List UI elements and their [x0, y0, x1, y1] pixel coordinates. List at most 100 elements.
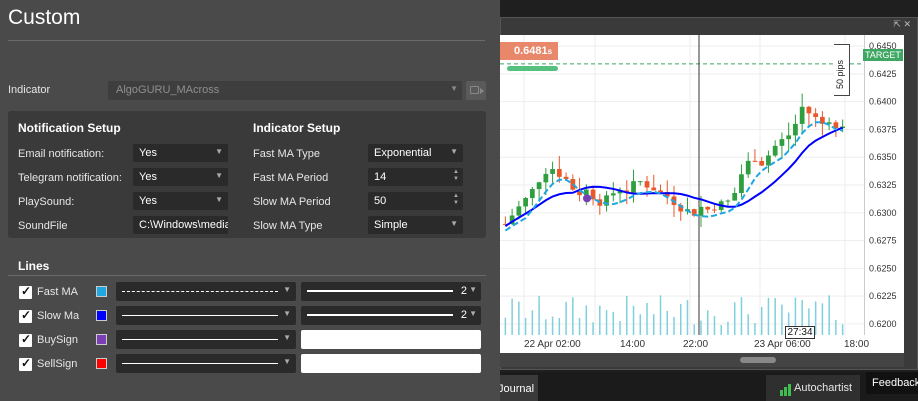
candle-body [543, 173, 549, 183]
chart-svg [500, 35, 864, 335]
sellsign-thickness-select[interactable] [301, 354, 481, 373]
thickness-preview [307, 290, 453, 292]
candle-body [725, 200, 731, 202]
price-tick-label: 0.6275 [869, 236, 897, 246]
chevron-down-icon: ▼ [450, 147, 458, 156]
feedback-button[interactable]: Feedback [866, 372, 918, 394]
candle-body [712, 209, 717, 211]
checkmark-icon: ✓ [21, 356, 32, 370]
candle-body [610, 193, 616, 196]
candle-body [644, 181, 650, 188]
dialog-title: Custom [8, 6, 81, 29]
setup-panel: Notification Setup Indicator Setup Email… [8, 111, 486, 238]
fast-ma-checkbox[interactable]: ✓ [19, 284, 32, 299]
window-controls-icon[interactable]: ⇱ ✕ [893, 19, 911, 30]
lines-heading: Lines [18, 259, 50, 273]
time-tick-label: 22 Apr 02:00 [524, 339, 581, 350]
candle-body [516, 206, 522, 216]
slow-ma-thickness-select[interactable]: 2 ▼ [301, 306, 481, 325]
telegram-notification-select[interactable]: Yes ▼ [133, 168, 228, 186]
title-divider [8, 40, 485, 41]
tab-journal[interactable]: Journal [494, 375, 538, 401]
fast-ma-type-select[interactable]: Exponential ▼ [368, 144, 463, 162]
buysign-label: BuySign [37, 334, 78, 346]
slow-ma-type-select[interactable]: Simple ▼ [368, 216, 463, 234]
sellsign-style-select[interactable]: ▼ [116, 354, 296, 373]
fast-ma-thickness-select[interactable]: 2 ▼ [301, 282, 481, 301]
candle-body [786, 135, 792, 140]
thickness-preview [307, 314, 453, 316]
chart-horizontal-scrollbar[interactable] [500, 353, 904, 367]
buysign-color-swatch[interactable] [96, 334, 107, 345]
price-tick-label: 0.6350 [869, 152, 897, 162]
candle-body [793, 123, 798, 136]
sellsign-color-swatch[interactable] [96, 358, 107, 369]
camera-icon [470, 86, 484, 94]
price-tick-label: 0.6300 [869, 208, 897, 218]
slow-ma-checkbox[interactable]: ✓ [19, 308, 32, 323]
indicator-select[interactable]: AlgoGURU_MAcross ▼ [108, 81, 462, 100]
slow-ma-period-stepper[interactable]: 50 ▲ ▼ [368, 192, 463, 210]
price-tick-label: 0.6225 [869, 291, 897, 301]
indicator-camera-button[interactable] [466, 81, 486, 100]
soundfile-value: C:\Windows\media\ [139, 219, 228, 231]
chevron-down-icon: ▼ [450, 219, 458, 228]
fast-ma-period-value: 14 [374, 171, 387, 183]
price-tick-label: 0.6375 [869, 124, 897, 134]
line-style-preview [122, 363, 278, 364]
sellsign-label: SellSign [37, 358, 78, 370]
chevron-down-icon: ▼ [450, 84, 458, 93]
price-axis[interactable]: 0.6450 0.6425 0.6400 0.6375 0.6350 0.6325 0.63… [864, 35, 904, 335]
line-style-preview [122, 291, 278, 292]
playsound-label: PlaySound: [18, 196, 75, 208]
notification-setup-heading: Notification Setup [18, 121, 121, 135]
chevron-down-icon: ▼ [215, 195, 223, 204]
chevron-down-icon: ▼ [215, 147, 223, 156]
fast-ma-color-swatch[interactable] [96, 286, 107, 297]
candle-body [779, 139, 785, 146]
time-axis-svg: 22 Apr 02:00 14:00 22:00 23 Apr 06:00 18:00 [524, 339, 869, 350]
buysign-thickness-select[interactable] [301, 330, 481, 349]
candle-body [637, 181, 643, 183]
candle-body [556, 169, 562, 177]
sellsign-checkbox[interactable]: ✓ [19, 356, 32, 371]
stepper-arrows-icon[interactable]: ▲ ▼ [453, 193, 459, 207]
time-axis[interactable]: 22 Apr 02:00 14:00 22:00 23 Apr 06:00 18:00 [500, 335, 904, 353]
autochartist-button[interactable]: Autochartist [766, 375, 860, 401]
line-style-preview [122, 315, 278, 316]
buysign-checkbox[interactable]: ✓ [19, 332, 32, 347]
chevron-down-icon: ▼ [283, 333, 291, 342]
soundfile-input[interactable]: C:\Windows\media\ [133, 216, 228, 234]
chevron-down-icon: ▼ [283, 285, 291, 294]
scrollbar-thumb[interactable] [740, 357, 776, 363]
chevron-down-icon: ▼ [215, 171, 223, 180]
candle-body [529, 189, 535, 199]
candle-body [550, 169, 555, 174]
autochartist-icon [780, 384, 791, 396]
cursor-time-label: 27:34 [785, 326, 815, 339]
chart-plot-area[interactable] [500, 35, 864, 335]
slow-ma-color-swatch[interactable] [96, 310, 107, 321]
playsound-select[interactable]: Yes ▼ [133, 192, 228, 210]
fast-ma-style-select[interactable]: ▼ [116, 282, 296, 301]
candle-body [631, 181, 636, 193]
slow-ma-thickness-value: 2 [460, 309, 467, 321]
email-notification-value: Yes [139, 147, 157, 159]
slow-ma-style-select[interactable]: ▼ [116, 306, 296, 325]
fast-ma-label: Fast MA [37, 286, 78, 298]
candle-body [813, 113, 819, 117]
stepper-arrows-icon[interactable]: ▲ ▼ [453, 169, 459, 183]
buysign-style-select[interactable]: ▼ [116, 330, 296, 349]
telegram-notification-value: Yes [139, 171, 157, 183]
buy-signal-dot [583, 194, 591, 203]
chevron-down-icon: ▼ [469, 309, 477, 318]
target-label: TARGET [863, 49, 903, 61]
candle-body [745, 160, 751, 175]
candle-body [752, 160, 758, 162]
pips-bracket: 50 pips [834, 44, 850, 96]
email-notification-select[interactable]: Yes ▼ [133, 144, 228, 162]
candle-body [759, 160, 765, 166]
spread-indicator [507, 66, 558, 71]
fast-ma-period-stepper[interactable]: 14 ▲ ▼ [368, 168, 463, 186]
slow-ma-type-label: Slow MA Type [253, 220, 323, 232]
